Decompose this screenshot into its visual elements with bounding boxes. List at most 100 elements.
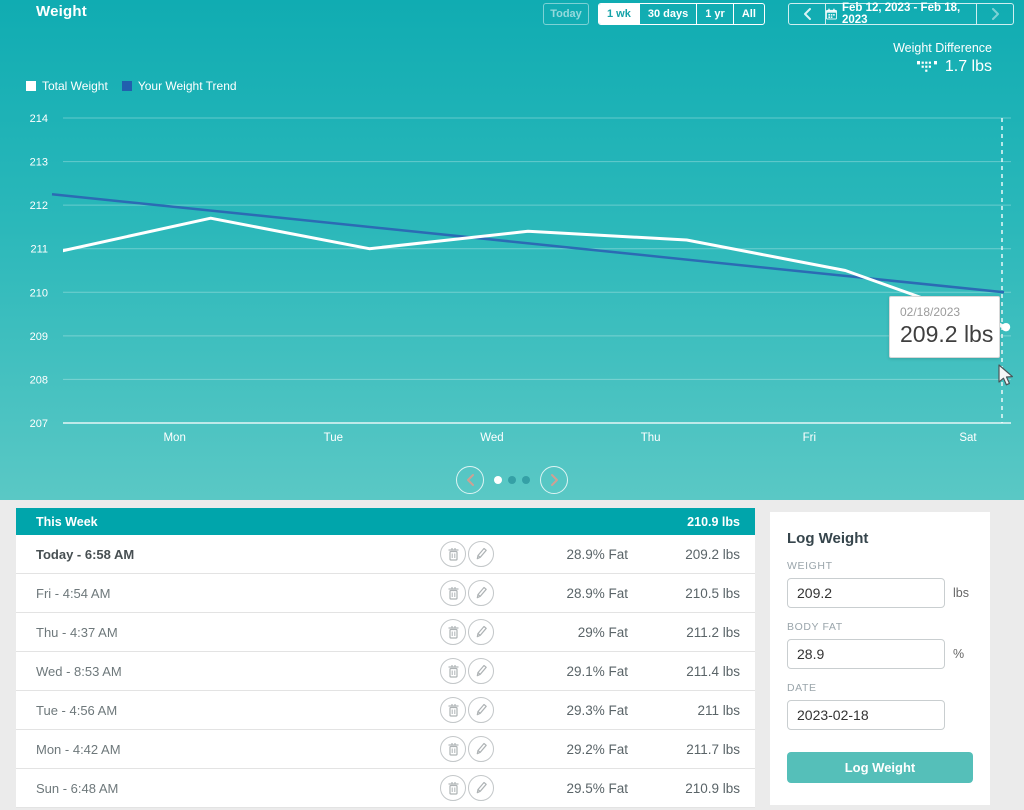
delete-entry-button[interactable]	[440, 697, 466, 723]
table-row: Fri - 4:54 AM28.9% Fat210.5 lbs	[16, 574, 755, 613]
edit-icon	[475, 781, 488, 795]
x-axis-label: Tue	[324, 432, 343, 444]
tooltip-value: 209.2 lbs	[900, 321, 999, 348]
y-axis-tick: 207	[30, 418, 48, 430]
tooltip-date: 02/18/2023	[900, 305, 999, 319]
delete-entry-button[interactable]	[440, 775, 466, 801]
row-actions	[440, 619, 496, 645]
row-actions	[440, 697, 496, 723]
edit-entry-button[interactable]	[468, 580, 494, 606]
delete-icon	[447, 703, 460, 717]
row-day-time: Wed - 8:53 AM	[36, 664, 440, 679]
delete-entry-button[interactable]	[440, 541, 466, 567]
carousel-dot-1[interactable]	[508, 476, 516, 484]
delete-icon	[447, 742, 460, 756]
edit-icon	[475, 625, 488, 639]
y-axis-tick: 214	[30, 113, 48, 125]
row-actions	[440, 775, 496, 801]
x-axis-label: Fri	[803, 432, 816, 444]
edit-entry-button[interactable]	[468, 658, 494, 684]
edit-icon	[475, 547, 488, 561]
row-actions	[440, 658, 496, 684]
table-rows: Today - 6:58 AM 28.9% Fat209.2 lbs Fri - 4…	[16, 535, 755, 808]
row-body-fat: 29.5% Fat	[496, 781, 628, 796]
carousel-dot-2[interactable]	[522, 476, 530, 484]
y-axis-tick: 211	[30, 244, 48, 256]
row-weight: 210.5 lbs	[628, 586, 740, 601]
row-body-fat: 29.2% Fat	[496, 742, 628, 757]
date-input[interactable]	[787, 700, 945, 730]
row-actions	[440, 541, 496, 567]
table-row: Sun - 6:48 AM29.5% Fat210.9 lbs	[16, 769, 755, 808]
edit-icon	[475, 703, 488, 717]
y-axis-tick: 213	[30, 157, 48, 169]
weight-unit-label: lbs	[953, 586, 969, 600]
carousel-prev-button[interactable]	[456, 466, 484, 494]
row-weight: 210.9 lbs	[628, 781, 740, 796]
table-header-total: 210.9 lbs	[687, 515, 740, 529]
body-fat-input[interactable]	[787, 639, 945, 669]
table-row: Wed - 8:53 AM 29.1% Fat211.4 lbs	[16, 652, 755, 691]
row-weight: 211.2 lbs	[628, 625, 740, 640]
row-body-fat: 28.9% Fat	[496, 547, 628, 562]
edit-entry-button[interactable]	[468, 541, 494, 567]
y-axis-tick: 208	[30, 374, 48, 386]
chevron-left-icon	[466, 473, 475, 487]
table-row: Tue - 4:56 AM 29.3% Fat211 lbs	[16, 691, 755, 730]
row-day-time: Mon - 4:42 AM	[36, 742, 440, 757]
edit-entry-button[interactable]	[468, 619, 494, 645]
hovered-point-marker	[1002, 323, 1010, 331]
delete-icon	[447, 781, 460, 795]
row-day-time: Thu - 4:37 AM	[36, 625, 440, 640]
delete-entry-button[interactable]	[440, 619, 466, 645]
x-axis-label: Mon	[163, 432, 185, 444]
weight-field-label: WEIGHT	[787, 560, 973, 572]
row-body-fat: 29.1% Fat	[496, 664, 628, 679]
table-header: This Week 210.9 lbs	[16, 508, 755, 535]
delete-entry-button[interactable]	[440, 658, 466, 684]
table-header-title: This Week	[36, 515, 98, 529]
carousel-dots	[494, 476, 530, 484]
row-weight: 211.7 lbs	[628, 742, 740, 757]
delete-icon	[447, 547, 460, 561]
delete-icon	[447, 664, 460, 678]
chart-carousel	[0, 466, 1024, 494]
table-row: Mon - 4:42 AM 29.2% Fat211.7 lbs	[16, 730, 755, 769]
edit-entry-button[interactable]	[468, 775, 494, 801]
x-axis-label: Sat	[959, 432, 977, 444]
row-weight: 209.2 lbs	[628, 547, 740, 562]
row-body-fat: 29.3% Fat	[496, 703, 628, 718]
total-weight-line	[52, 218, 1004, 327]
edit-entry-button[interactable]	[468, 697, 494, 723]
chart-tooltip: 02/18/2023 209.2 lbs	[889, 296, 1000, 358]
edit-icon	[475, 742, 488, 756]
delete-entry-button[interactable]	[440, 580, 466, 606]
delete-entry-button[interactable]	[440, 736, 466, 762]
row-body-fat: 29% Fat	[496, 625, 628, 640]
weight-chart-panel: Weight Today 1 wk30 days1 yrAll Feb 12, …	[0, 0, 1024, 500]
row-weight: 211 lbs	[628, 703, 740, 718]
delete-icon	[447, 625, 460, 639]
table-row: Thu - 4:37 AM 29% Fat211.2 lbs	[16, 613, 755, 652]
row-day-time: Tue - 4:56 AM	[36, 703, 440, 718]
weight-line-chart[interactable]: 214213212211210209208207MonTueWedThuFriS…	[0, 0, 1024, 500]
row-actions	[440, 580, 496, 606]
delete-icon	[447, 586, 460, 600]
table-row: Today - 6:58 AM 28.9% Fat209.2 lbs	[16, 535, 755, 574]
row-actions	[440, 736, 496, 762]
carousel-dot-0[interactable]	[494, 476, 502, 484]
y-axis-tick: 210	[30, 287, 48, 299]
body-fat-field-label: BODY FAT	[787, 621, 973, 633]
x-axis-label: Thu	[641, 432, 661, 444]
log-weight-title: Log Weight	[787, 530, 973, 547]
log-weight-button[interactable]: Log Weight	[787, 752, 973, 783]
carousel-next-button[interactable]	[540, 466, 568, 494]
edit-icon	[475, 586, 488, 600]
row-weight: 211.4 lbs	[628, 664, 740, 679]
body-fat-unit-label: %	[953, 647, 964, 661]
date-field-label: DATE	[787, 682, 973, 694]
y-axis-tick: 209	[30, 331, 48, 343]
edit-entry-button[interactable]	[468, 736, 494, 762]
weight-input[interactable]	[787, 578, 945, 608]
row-day-time: Today - 6:58 AM	[36, 547, 440, 562]
